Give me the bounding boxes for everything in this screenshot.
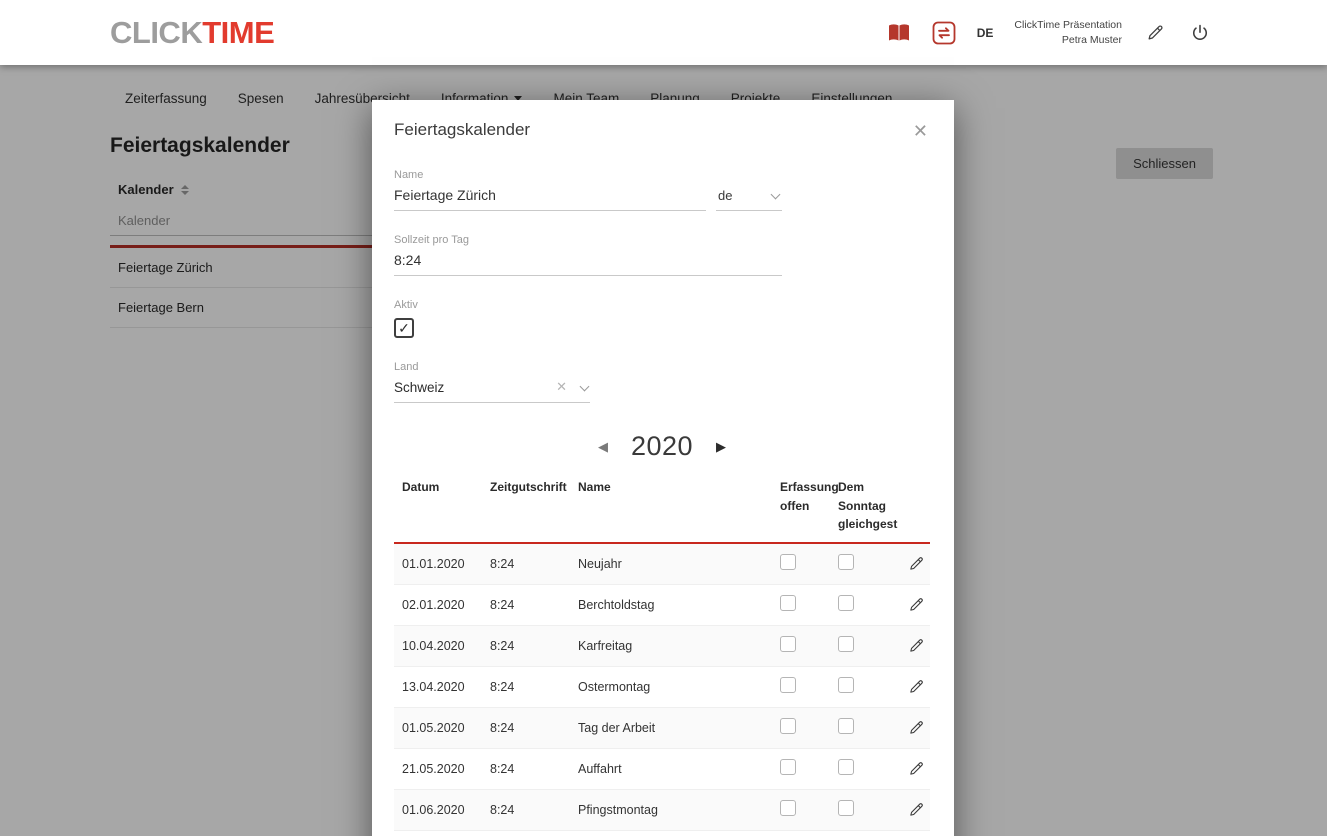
holiday-name: Neujahr: [578, 556, 622, 571]
erfassung-offen-checkbox[interactable]: [780, 800, 796, 817]
erfassung-offen-checkbox[interactable]: [780, 636, 796, 653]
erfassung-offen-checkbox[interactable]: [780, 759, 796, 776]
col-header-dem-sonntag: Dem Sonntag gleichgest: [838, 480, 898, 532]
chevron-down-icon: [579, 381, 590, 391]
dem-sonntag-checkbox[interactable]: [838, 595, 854, 612]
holidays-table-body: 01.01.2020 8:24 Neujahr 02.01.2020 8:24: [394, 543, 930, 831]
dem-sonntag-checkbox[interactable]: [838, 759, 854, 776]
holiday-date: 01.01.2020: [402, 556, 465, 571]
edit-icon[interactable]: [908, 637, 925, 654]
handbook-icon[interactable]: [887, 21, 911, 45]
land-dropdown[interactable]: Schweiz ✕: [394, 376, 590, 403]
holiday-credit: 8:24: [490, 597, 515, 612]
holiday-credit: 8:24: [490, 679, 515, 694]
language-selector[interactable]: DE: [977, 26, 994, 40]
year-value: 2020: [630, 431, 694, 461]
holiday-credit: 8:24: [490, 761, 515, 776]
feiertagskalender-dialog: Feiertagskalender ✕ Name de Sollzeit pro…: [372, 100, 954, 836]
edit-icon[interactable]: [908, 801, 925, 818]
close-icon[interactable]: ✕: [911, 120, 930, 142]
chevron-down-icon: [770, 189, 781, 200]
holiday-name: Auffahrt: [578, 761, 622, 776]
col-header-datum: Datum: [402, 480, 440, 494]
holiday-credit: 8:24: [490, 556, 515, 571]
language-dropdown[interactable]: de: [716, 185, 782, 211]
edit-icon[interactable]: [908, 555, 925, 572]
edit-icon[interactable]: [908, 719, 925, 736]
logo-part-time: TIME: [202, 14, 275, 50]
land-dropdown-value: Schweiz: [394, 379, 445, 395]
year-navigator: ◀ 2020 ▶: [394, 431, 930, 462]
holiday-name: Berchtoldstag: [578, 597, 655, 612]
holiday-name: Karfreitag: [578, 638, 633, 653]
holidays-table-header: Datum Zeitgutschrift Name Erfassung offe…: [394, 478, 930, 544]
name-label: Name: [394, 169, 424, 181]
table-row: 21.05.2020 8:24 Auffahrt: [394, 749, 930, 790]
col-header-zeitgutschrift: Zeitgutschrift: [490, 480, 567, 494]
edit-icon[interactable]: [908, 678, 925, 695]
holiday-credit: 8:24: [490, 802, 515, 817]
holiday-name: Pfingstmontag: [578, 802, 658, 817]
dem-sonntag-checkbox[interactable]: [838, 636, 854, 653]
table-row: 01.01.2020 8:24 Neujahr: [394, 543, 930, 585]
dem-sonntag-checkbox[interactable]: [838, 800, 854, 817]
holiday-credit: 8:24: [490, 638, 515, 653]
holiday-date: 01.05.2020: [402, 720, 465, 735]
language-dropdown-value: de: [718, 188, 733, 203]
holiday-date: 21.05.2020: [402, 761, 465, 776]
holiday-name: Ostermontag: [578, 679, 651, 694]
prev-year-button[interactable]: ◀: [596, 437, 610, 457]
table-row: 02.01.2020 8:24 Berchtoldstag: [394, 585, 930, 626]
dialog-title: Feiertagskalender: [394, 120, 531, 139]
logo-part-click: CLICK: [110, 14, 203, 50]
col-header-name: Name: [578, 480, 611, 494]
name-input[interactable]: [394, 184, 706, 211]
dem-sonntag-checkbox[interactable]: [838, 677, 854, 694]
power-icon[interactable]: [1188, 21, 1212, 45]
app: CLICKTIME DE ClickTime Präsentation Petr…: [0, 0, 1327, 836]
switch-company-icon[interactable]: [932, 21, 956, 45]
land-label: Land: [394, 361, 419, 373]
aktiv-checkbox[interactable]: ✓: [394, 318, 414, 338]
table-row: 10.04.2020 8:24 Karfreitag: [394, 625, 930, 667]
app-header: CLICKTIME DE ClickTime Präsentation Petr…: [0, 0, 1327, 65]
account-company: ClickTime Präsentation: [1014, 19, 1122, 32]
account-user: Petra Muster: [1061, 33, 1122, 46]
dem-sonntag-checkbox[interactable]: [838, 718, 854, 735]
header-actions: DE ClickTime Präsentation Petra Muster: [887, 18, 1212, 46]
erfassung-offen-checkbox[interactable]: [780, 595, 796, 612]
sollzeit-label: Sollzeit pro Tag: [394, 234, 470, 246]
erfassung-offen-checkbox[interactable]: [780, 718, 796, 735]
table-row: 13.04.2020 8:24 Ostermontag: [394, 667, 930, 708]
next-year-button[interactable]: ▶: [714, 437, 728, 457]
clicktime-logo[interactable]: CLICKTIME: [110, 14, 275, 51]
account-info: ClickTime Präsentation Petra Muster: [1014, 18, 1122, 46]
holiday-date: 01.06.2020: [402, 802, 465, 817]
holiday-date: 13.04.2020: [402, 679, 465, 694]
dem-sonntag-checkbox[interactable]: [838, 554, 854, 571]
edit-icon[interactable]: [908, 596, 925, 613]
edit-icon[interactable]: [908, 760, 925, 777]
col-header-erfassung-offen: Erfassung offen: [780, 480, 839, 513]
table-row: 01.06.2020 8:24 Pfingstmontag: [394, 789, 930, 831]
edit-profile-icon[interactable]: [1143, 21, 1167, 45]
clear-icon[interactable]: ✕: [556, 379, 567, 395]
holiday-credit: 8:24: [490, 720, 515, 735]
sollzeit-input[interactable]: [394, 249, 782, 276]
aktiv-label: Aktiv: [394, 299, 418, 311]
holiday-date: 02.01.2020: [402, 597, 465, 612]
erfassung-offen-checkbox[interactable]: [780, 677, 796, 694]
erfassung-offen-checkbox[interactable]: [780, 554, 796, 571]
table-row: 01.05.2020 8:24 Tag der Arbeit: [394, 707, 930, 749]
holiday-name: Tag der Arbeit: [578, 720, 656, 735]
holiday-date: 10.04.2020: [402, 638, 465, 653]
